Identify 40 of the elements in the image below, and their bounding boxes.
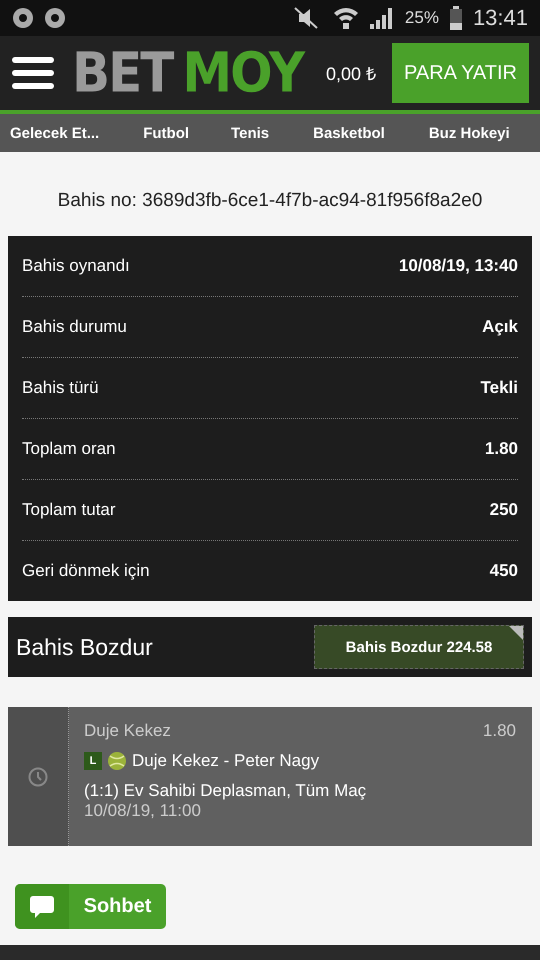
chrome-icon [44, 7, 66, 29]
battery-icon [448, 6, 463, 30]
detail-label: Bahis durumu [22, 317, 127, 337]
wifi-icon [332, 5, 359, 31]
detail-label: Toplam oran [22, 439, 116, 459]
player-name: Duje Kekez [84, 721, 171, 741]
cashout-title: Bahis Bozdur [16, 634, 153, 660]
clock: 13:41 [472, 5, 528, 31]
chrome-icon [12, 7, 34, 29]
detail-label: Bahis türü [22, 378, 99, 398]
sport-tab[interactable]: Futbol [143, 124, 190, 142]
menu-icon[interactable] [12, 57, 54, 89]
market-name: (1:1) Ev Sahibi Deplasman, Tüm Maç [84, 781, 368, 801]
cashout-button[interactable]: Bahis Bozdur 224.58 [314, 625, 524, 669]
odds: 1.80 [482, 721, 516, 741]
corner-triangle-icon [509, 626, 523, 640]
sport-tab[interactable]: Tenis [231, 124, 270, 142]
battery-level: 25% [404, 8, 439, 28]
speech-bubble-icon [29, 894, 55, 920]
detail-label: Bahis oynandı [22, 256, 130, 276]
sport-tab[interactable]: Gelecek Et... [10, 124, 100, 142]
match-name: Duje Kekez - Peter Nagy [132, 751, 320, 771]
live-badge: L [84, 752, 102, 770]
match-date: 10/08/19, 11:00 [84, 801, 202, 821]
detail-value: 1.80 [484, 439, 518, 459]
sport-tab[interactable]: Basketbol [313, 124, 385, 142]
logo[interactable]: BET MOY [72, 46, 304, 100]
detail-value: 10/08/19, 13:40 [398, 256, 518, 276]
detail-value: Açık [482, 317, 518, 337]
detail-label: Geri dönmek için [22, 561, 150, 581]
detail-value: Tekli [480, 378, 518, 398]
signal-icon [368, 6, 395, 30]
sport-tab[interactable]: Buz Hokeyi [428, 124, 510, 142]
bet-id: Bahis no: 3689d3fb-6ce1-4f7b-ac94-81f956f8a2e0 [56, 189, 484, 213]
balance: 0,00 ₺ [326, 63, 376, 85]
detail-value: 450 [490, 561, 518, 581]
tennis-ball-icon [107, 751, 127, 771]
clock-icon [28, 766, 48, 786]
detail-label: Toplam tutar [22, 500, 116, 520]
detail-value: 250 [490, 500, 518, 520]
